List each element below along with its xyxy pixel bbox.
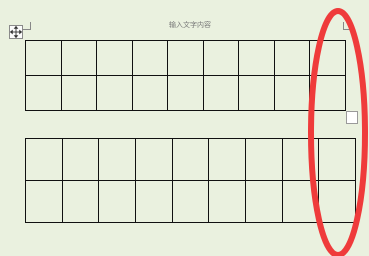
grid-cell[interactable] [25, 40, 62, 76]
grid-cell[interactable] [281, 138, 320, 181]
grid-cell[interactable] [244, 180, 283, 223]
grid-cell[interactable] [134, 138, 173, 181]
grid-cell[interactable] [60, 75, 98, 111]
grid-cell[interactable] [171, 138, 210, 181]
grid-cell[interactable] [96, 40, 133, 76]
grid-cell[interactable] [208, 138, 246, 181]
right-margin-corner-mark [343, 22, 351, 30]
table-move-handle[interactable] [9, 25, 23, 39]
grid-cell[interactable] [96, 75, 133, 111]
grid-cell[interactable] [98, 180, 136, 223]
table-row [25, 138, 356, 181]
grid-cell[interactable] [309, 40, 346, 76]
character-grid-table-2[interactable] [25, 138, 356, 223]
grid-cell[interactable] [25, 180, 63, 223]
grid-cell[interactable] [202, 75, 240, 111]
grid-cell[interactable] [202, 40, 240, 76]
table-row [25, 75, 346, 111]
grid-cell[interactable] [131, 75, 169, 111]
table-row [25, 180, 356, 223]
grid-cell[interactable] [309, 75, 346, 111]
grid-cell[interactable] [25, 75, 62, 111]
grid-cell[interactable] [273, 75, 311, 111]
four-way-move-icon [10, 26, 22, 38]
character-grid-table-1[interactable] [25, 40, 346, 111]
grid-cell[interactable] [238, 75, 275, 111]
grid-cell[interactable] [318, 180, 356, 223]
grid-cell[interactable] [25, 138, 63, 181]
grid-cell[interactable] [167, 75, 204, 111]
left-margin-corner-mark [23, 22, 31, 30]
grid-cell[interactable] [167, 40, 204, 76]
table-row [25, 40, 346, 76]
grid-cell[interactable] [281, 180, 320, 223]
grid-cell[interactable] [131, 40, 169, 76]
grid-cell[interactable] [244, 138, 283, 181]
grid-cell[interactable] [61, 138, 100, 181]
grid-cell[interactable] [273, 40, 311, 76]
grid-cell[interactable] [98, 138, 136, 181]
table-resize-handle[interactable] [346, 111, 358, 124]
grid-cell[interactable] [61, 180, 100, 223]
grid-cell[interactable] [208, 180, 246, 223]
grid-cell[interactable] [238, 40, 275, 76]
page-title[interactable]: 输入文字内容 [150, 20, 230, 30]
grid-cell[interactable] [60, 40, 98, 76]
grid-cell[interactable] [171, 180, 210, 223]
grid-cell[interactable] [318, 138, 356, 181]
grid-cell[interactable] [134, 180, 173, 223]
